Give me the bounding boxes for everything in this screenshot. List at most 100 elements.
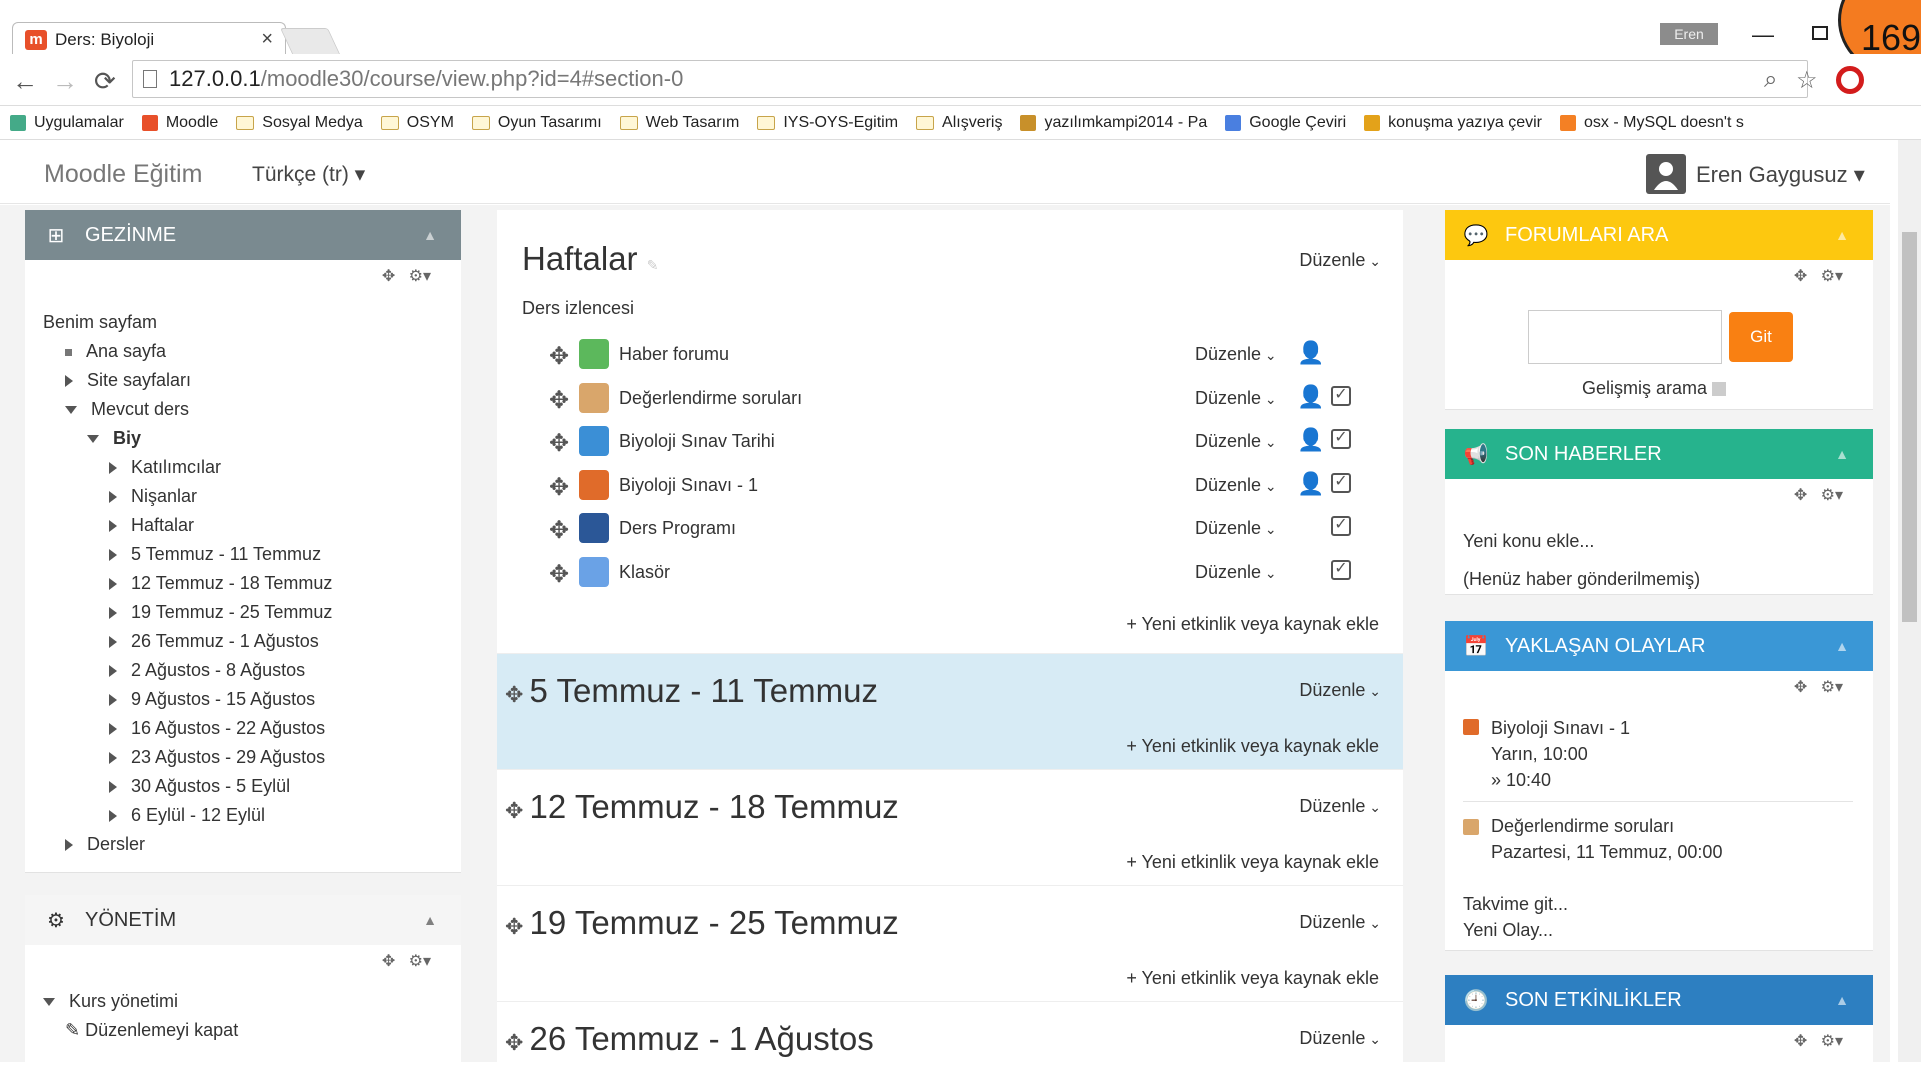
activity-edit-menu[interactable]: Düzenle (1195, 431, 1277, 452)
completion-checkbox[interactable]: ✓ (1331, 385, 1351, 406)
activity-edit-menu[interactable]: Düzenle (1195, 344, 1277, 365)
language-menu[interactable]: Türkçe (tr) ▾ (252, 162, 365, 187)
upcoming-events-header[interactable]: 📅 YAKLAŞAN OLAYLAR ▲ (1445, 621, 1873, 671)
bookmark-item[interactable]: Moodle (141, 114, 218, 132)
new-tab-button[interactable] (279, 28, 341, 54)
add-activity-link[interactable]: + Yeni etkinlik veya kaynak ekle (1126, 614, 1379, 635)
move-icon[interactable]: ✥ (505, 1030, 530, 1055)
nav-tree-item[interactable]: 6 Eylül - 12 Eylül (43, 801, 461, 830)
move-icon[interactable]: ✥ (549, 386, 569, 415)
bookmark-star-icon[interactable]: ☆ (1796, 66, 1818, 95)
recent-activity-header[interactable]: 🕘 SON ETKİNLİKLER ▲ (1445, 975, 1873, 1025)
group-mode-icon[interactable]: 👤 (1297, 384, 1324, 410)
bookmark-item[interactable]: Oyun Tasarımı (471, 114, 602, 132)
nav-tree-item[interactable]: 30 Ağustos - 5 Eylül (43, 772, 461, 801)
collapse-icon[interactable]: ▲ (1835, 992, 1849, 1008)
activity-link[interactable]: Ders Programı (619, 518, 736, 539)
activity-link[interactable]: Biyoloji Sınavı - 1 (619, 475, 758, 496)
nav-tree-item[interactable]: Biy (43, 424, 461, 453)
event-feedback-link[interactable]: Değerlendirme soruları (1491, 813, 1722, 839)
search-go-button[interactable]: Git (1729, 312, 1793, 362)
tree-item-edit-off[interactable]: ✎ Düzenlemeyi kapat (43, 1016, 461, 1045)
activity-edit-menu[interactable]: Düzenle (1195, 388, 1277, 409)
nav-tree-item[interactable]: 12 Temmuz - 18 Temmuz (43, 569, 461, 598)
group-mode-icon[interactable]: 👤 (1297, 471, 1324, 497)
add-news-topic-link[interactable]: Yeni konu ekle... (1463, 531, 1594, 552)
tab-close-icon[interactable]: × (261, 28, 273, 51)
nav-tree-item[interactable]: Nişanlar (43, 482, 461, 511)
group-mode-icon[interactable]: 👤 (1297, 427, 1324, 453)
activity-edit-menu[interactable]: Düzenle (1195, 562, 1277, 583)
move-icon[interactable]: ✥ (549, 429, 569, 458)
week-edit-menu[interactable]: Düzenle (1299, 912, 1381, 933)
goto-calendar-link[interactable]: Takvime git... (1463, 891, 1568, 917)
completion-checkbox[interactable]: ✓ (1331, 429, 1351, 449)
collapse-icon[interactable]: ▲ (423, 227, 437, 243)
section-edit-menu[interactable]: Düzenle (1299, 250, 1381, 271)
activity-link[interactable]: Biyoloji Sınav Tarihi (619, 431, 775, 452)
move-icon[interactable]: ✥ (505, 914, 530, 939)
nav-tree-item[interactable]: Site sayfaları (43, 366, 461, 395)
group-mode-icon[interactable]: 👤 (1297, 340, 1324, 366)
site-brand[interactable]: Moodle Eğitim (44, 160, 202, 189)
new-event-link[interactable]: Yeni Olay... (1463, 917, 1568, 943)
forum-search-input[interactable] (1528, 310, 1722, 364)
nav-tree-item[interactable]: Benim sayfam (43, 308, 461, 337)
add-activity-link[interactable]: + Yeni etkinlik veya kaynak ekle (1126, 852, 1379, 873)
activity-link[interactable]: Klasör (619, 562, 670, 583)
block-settings-gear-icon[interactable]: ⚙▾ (1821, 268, 1843, 285)
user-avatar[interactable] (1646, 154, 1686, 194)
add-activity-link[interactable]: + Yeni etkinlik veya kaynak ekle (1126, 968, 1379, 989)
advanced-search-link[interactable]: Gelişmiş arama (1582, 378, 1727, 399)
completion-checkbox[interactable]: ✓ (1331, 516, 1351, 536)
collapse-icon[interactable]: ▲ (423, 912, 437, 928)
forward-icon[interactable]: → (52, 66, 78, 97)
nav-tree-item[interactable]: 5 Temmuz - 11 Temmuz (43, 540, 461, 569)
move-block-icon[interactable]: ✥ (1794, 268, 1807, 285)
bookmark-item[interactable]: konuşma yazıya çevir (1364, 114, 1542, 132)
move-block-icon[interactable]: ✥ (1794, 679, 1807, 696)
block-settings-gear-icon[interactable]: ⚙▾ (409, 953, 431, 970)
nav-tree-item[interactable]: Katılımcılar (43, 453, 461, 482)
latest-news-header[interactable]: 📢 SON HABERLER ▲ (1445, 429, 1873, 479)
event-quiz-link[interactable]: Biyoloji Sınavı - 1 (1491, 715, 1630, 741)
activity-link[interactable]: Haber forumu (619, 344, 729, 365)
nav-tree-item[interactable]: 26 Temmuz - 1 Ağustos (43, 627, 461, 656)
move-block-icon[interactable]: ✥ (382, 953, 395, 970)
navigation-block-header[interactable]: ⊞ GEZİNME ▲ (25, 210, 461, 260)
nav-tree-item[interactable]: 2 Ağustos - 8 Ağustos (43, 656, 461, 685)
week-edit-menu[interactable]: Düzenle (1299, 796, 1381, 817)
bookmark-item[interactable]: osx - MySQL doesn't s (1560, 114, 1744, 132)
block-settings-gear-icon[interactable]: ⚙▾ (1821, 679, 1843, 696)
url-bar[interactable]: 127.0.0.1/moodle30/course/view.php?id=4#… (132, 60, 1808, 98)
nav-tree-item[interactable]: 9 Ağustos - 15 Ağustos (43, 685, 461, 714)
tree-item-course-admin[interactable]: Kurs yönetimi (43, 987, 461, 1016)
nav-tree-item[interactable]: Dersler (43, 830, 461, 859)
collapse-icon[interactable]: ▲ (1835, 446, 1849, 462)
bookmark-item[interactable]: Web Tasarım (619, 114, 739, 132)
nav-tree-item[interactable]: 23 Ağustos - 29 Ağustos (43, 743, 461, 772)
scrollbar-thumb[interactable] (1902, 232, 1917, 622)
bookmark-item[interactable]: IYS-OYS-Egitim (757, 114, 898, 132)
bookmark-item[interactable]: Sosyal Medya (236, 114, 363, 132)
search-forums-header[interactable]: 💬 FORUMLARI ARA ▲ (1445, 210, 1873, 260)
nav-tree-item[interactable]: 16 Ağustos - 22 Ağustos (43, 714, 461, 743)
move-icon[interactable]: ✥ (549, 516, 569, 545)
back-icon[interactable]: ← (12, 66, 38, 97)
bookmark-item[interactable]: yazılımkampi2014 - Pa (1020, 114, 1207, 132)
activity-edit-menu[interactable]: Düzenle (1195, 475, 1277, 496)
move-icon[interactable]: ✥ (505, 798, 530, 823)
edit-title-icon[interactable]: ✎ (647, 257, 659, 273)
bookmark-item[interactable]: OSYM (380, 114, 454, 132)
activity-link[interactable]: Değerlendirme soruları (619, 388, 802, 409)
nav-tree-item[interactable]: Ana sayfa (43, 337, 461, 366)
user-menu[interactable]: Eren Gaygusuz ▾ (1696, 162, 1865, 188)
bookmark-item[interactable]: Uygulamalar (10, 114, 124, 132)
collapse-icon[interactable]: ▲ (1835, 638, 1849, 654)
collapse-icon[interactable]: ▲ (1835, 227, 1849, 243)
opera-extension-icon[interactable] (1836, 66, 1864, 94)
nav-tree-item[interactable]: 19 Temmuz - 25 Temmuz (43, 598, 461, 627)
block-settings-gear-icon[interactable]: ⚙▾ (409, 268, 431, 285)
move-block-icon[interactable]: ✥ (1794, 1033, 1807, 1050)
help-icon[interactable] (1712, 382, 1727, 397)
